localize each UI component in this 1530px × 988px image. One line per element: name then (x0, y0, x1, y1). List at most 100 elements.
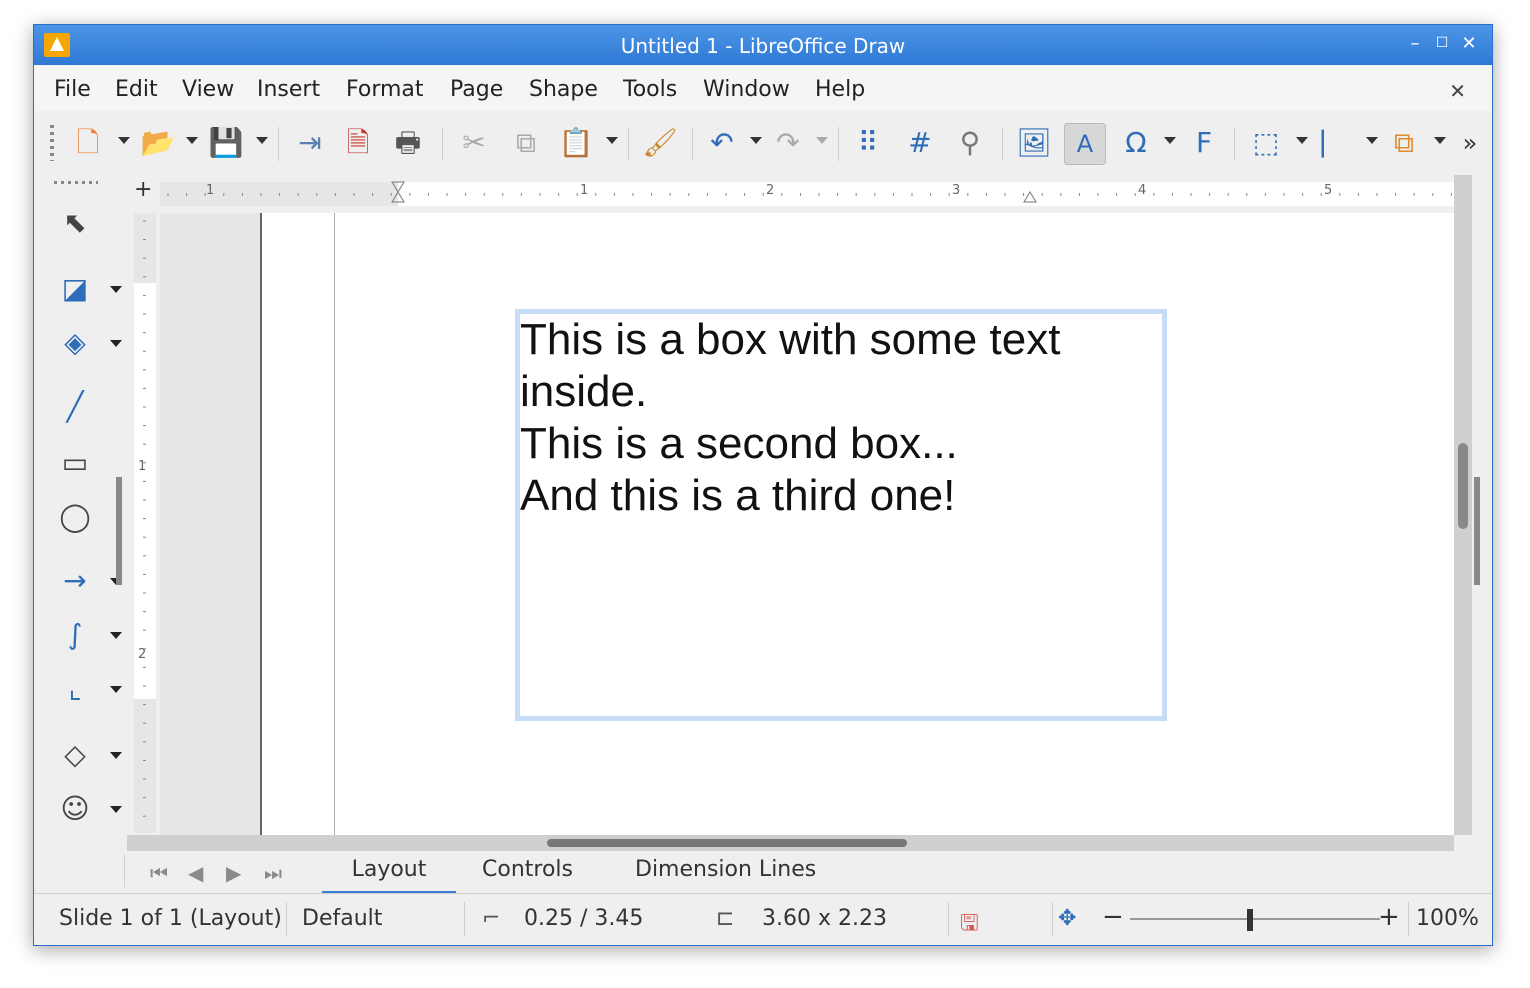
zoom-level[interactable]: 100% (1416, 906, 1479, 931)
arrange-icon[interactable]: ⧉ (1384, 123, 1424, 163)
line-tool-icon[interactable]: ╱ (48, 387, 102, 427)
menu-edit[interactable]: Edit (115, 77, 158, 102)
sidebar-right-collapse-handle[interactable] (1474, 477, 1480, 585)
menu-format[interactable]: Format (346, 77, 424, 102)
vruler-label: 1 (138, 459, 147, 474)
save-dropdown-icon[interactable] (256, 137, 268, 144)
menu-page[interactable]: Page (450, 77, 503, 102)
drawing-toolbar: ⬉ ◪ ◈ ╱ ▭ ◯ → ∫ ⌞ ◇ ☺ » (34, 175, 122, 893)
minimize-icon[interactable]: – (1404, 33, 1426, 54)
clone-formatting-icon[interactable]: 🖌 (640, 123, 680, 163)
new-dropdown-icon[interactable] (118, 137, 130, 144)
undo-icon[interactable]: ↶ (702, 123, 742, 163)
save-icon[interactable]: 💾 (206, 123, 246, 163)
vertical-scroll-thumb[interactable] (1458, 443, 1468, 529)
layer-tabs-bar: ⏮ ◀ ▶ ⏭ Layout Controls Dimension Lines (34, 851, 1492, 894)
redo-dropdown-icon[interactable] (816, 137, 828, 144)
text-line[interactable]: This is a box with some text (520, 314, 1162, 366)
arrange-dropdown-icon[interactable] (1434, 137, 1446, 144)
more-tools-icon[interactable]: » (1450, 123, 1490, 163)
previous-layer-icon[interactable]: ◀ (188, 861, 203, 885)
text-line[interactable]: And this is a third one! (520, 470, 1162, 522)
last-layer-icon[interactable]: ⏭ (264, 861, 282, 885)
zoom-slider-thumb[interactable] (1247, 909, 1253, 931)
fontwork-icon[interactable]: F (1184, 123, 1224, 163)
menu-shape[interactable]: Shape (529, 77, 598, 102)
export-pdf-icon[interactable]: 🗎 (338, 123, 378, 163)
hruler-label: 5 (1324, 183, 1333, 198)
horizontal-scrollbar[interactable] (127, 835, 1454, 851)
cut-icon[interactable]: ✂ (454, 123, 494, 163)
next-layer-icon[interactable]: ▶ (226, 861, 241, 885)
fit-slide-icon[interactable]: ✥ (1058, 906, 1076, 931)
text-line[interactable]: This is a second box... (520, 418, 1162, 470)
menu-tools[interactable]: Tools (623, 77, 677, 102)
menu-help[interactable]: Help (815, 77, 865, 102)
drawing-toolbar-grip[interactable] (54, 181, 98, 184)
text-box[interactable]: This is a box with some text inside. Thi… (515, 309, 1167, 721)
close-document-icon[interactable]: ✕ (1449, 79, 1466, 103)
snap-guides-icon[interactable]: # (900, 123, 940, 163)
align-objects-icon[interactable]: ⎸ (1316, 123, 1356, 163)
align-dropdown-icon[interactable] (1366, 137, 1378, 144)
app-window: Untitled 1 - LibreOffice Draw – ☐ ✕ File… (33, 24, 1493, 946)
first-layer-icon[interactable]: ⏮ (150, 861, 168, 885)
horizontal-scroll-thumb[interactable] (547, 839, 907, 847)
title-bar: Untitled 1 - LibreOffice Draw – ☐ ✕ (34, 25, 1492, 65)
rectangle-icon[interactable]: ▭ (48, 443, 102, 483)
menu-file[interactable]: File (54, 77, 91, 102)
close-icon[interactable]: ✕ (1458, 33, 1480, 54)
zoom-slider-track[interactable] (1130, 918, 1380, 920)
menu-insert[interactable]: Insert (257, 77, 320, 102)
paste-icon[interactable]: 📋 (556, 123, 596, 163)
special-character-icon[interactable]: Ω (1116, 123, 1156, 163)
insert-textbox-icon[interactable]: A (1064, 123, 1106, 165)
line-color-icon[interactable]: ◪ (48, 269, 122, 309)
sidebar-collapse-handle[interactable] (116, 477, 122, 585)
line-ends-arrow-icon[interactable]: → (48, 561, 122, 601)
open-dropdown-icon[interactable] (186, 137, 198, 144)
size-value: 3.60 x 2.23 (762, 906, 887, 931)
curve-icon[interactable]: ∫ (48, 615, 122, 655)
menu-view[interactable]: View (182, 77, 234, 102)
master-slide-name[interactable]: Default (302, 906, 382, 931)
undo-dropdown-icon[interactable] (750, 137, 762, 144)
copy-icon[interactable]: ⧉ (506, 123, 546, 163)
drawing-canvas[interactable]: This is a box with some text inside. Thi… (160, 213, 1456, 835)
open-folder-icon[interactable]: 📂 (138, 123, 178, 163)
fill-color-icon[interactable]: ◈ (48, 323, 122, 363)
redo-icon[interactable]: ↷ (768, 123, 808, 163)
zoom-in-icon[interactable]: + (1378, 902, 1400, 932)
page-margin-line (334, 213, 335, 835)
transformations-dropdown-icon[interactable] (1296, 137, 1308, 144)
special-character-dropdown-icon[interactable] (1164, 137, 1176, 144)
ellipse-icon[interactable]: ◯ (48, 497, 102, 537)
symbol-shapes-icon[interactable]: ☺ (48, 789, 122, 829)
text-line[interactable]: inside. (520, 366, 1162, 418)
menu-window[interactable]: Window (703, 77, 790, 102)
basic-shapes-icon[interactable]: ◇ (48, 735, 122, 775)
tab-controls[interactable]: Controls (478, 857, 577, 891)
grid-icon[interactable]: ⠿ (848, 123, 888, 163)
vertical-scrollbar[interactable] (1454, 175, 1472, 835)
toolbar-grip[interactable] (50, 125, 54, 161)
slide-indicator: Slide 1 of 1 (Layout) (59, 906, 282, 931)
zoom-out-icon[interactable]: − (1102, 902, 1124, 932)
transformations-icon[interactable]: ⬚ (1246, 123, 1286, 163)
connector-icon[interactable]: ⌞ (48, 669, 122, 709)
export-icon[interactable]: ⇥ (290, 123, 330, 163)
tab-dimension-lines[interactable]: Dimension Lines (631, 857, 820, 891)
hruler-label: 1 (206, 183, 215, 198)
insert-image-icon[interactable]: 🖼 (1014, 123, 1054, 163)
zoom-pan-icon[interactable]: ⚲ (950, 123, 990, 163)
document-modified-icon[interactable]: 🖫 (960, 906, 979, 944)
menu-bar: File Edit View Insert Format Page Shape … (34, 65, 1492, 111)
tab-layout[interactable]: Layout (322, 857, 456, 894)
paste-dropdown-icon[interactable] (606, 137, 618, 144)
select-icon[interactable]: ⬉ (48, 203, 102, 243)
status-bar: Slide 1 of 1 (Layout) Default ⌐ 0.25 / 3… (34, 893, 1492, 945)
maximize-icon[interactable]: ☐ (1431, 35, 1453, 51)
new-document-icon[interactable]: 🗋 (68, 123, 108, 163)
position-icon: ⌐ (482, 906, 501, 931)
print-icon[interactable]: 🖶 (388, 123, 428, 163)
